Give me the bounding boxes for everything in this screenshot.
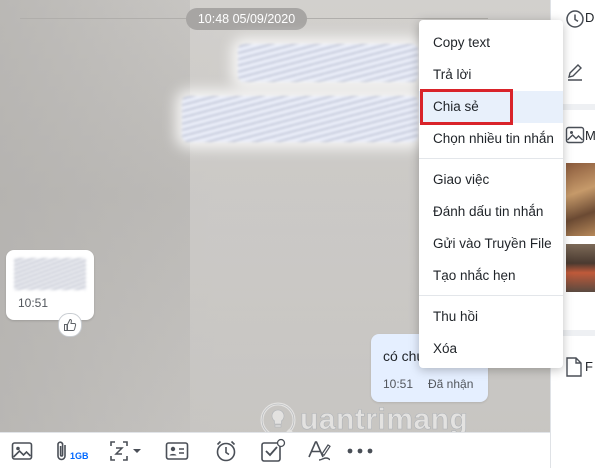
font-format-icon — [308, 441, 331, 461]
menu-item-select-multiple[interactable]: Chọn nhiều tin nhắn — [419, 123, 563, 155]
menu-item-delete[interactable]: Xóa — [419, 333, 563, 365]
menu-item-reply[interactable]: Trả lời — [419, 59, 563, 91]
menu-item-send-to-file-transfer[interactable]: Gửi vào Truyền File — [419, 228, 563, 260]
message-time: 10:51 — [383, 377, 414, 391]
thumbs-up-icon — [64, 318, 77, 331]
reminder-clock-icon — [216, 440, 236, 462]
menu-separator — [419, 295, 563, 296]
panel-section-label: F — [585, 359, 593, 374]
menu-item-assign-task[interactable]: Giao việc — [419, 164, 563, 196]
received-message-bubble[interactable]: 10:51 — [6, 250, 94, 320]
blurred-message — [182, 96, 418, 142]
message-toolbar: 1GB — [0, 432, 550, 469]
chat-timestamp: 10:48 05/09/2020 — [186, 8, 307, 30]
contact-card-icon — [165, 442, 189, 460]
text-format-button[interactable] — [305, 439, 333, 463]
media-thumbnail[interactable] — [566, 244, 595, 292]
message-context-menu: Copy text Trả lời Chia sẻ Chọn nhiều tin… — [419, 20, 563, 368]
menu-item-create-reminder[interactable]: Tạo nhắc hẹn — [419, 260, 563, 292]
highlight-annotation-box — [420, 89, 513, 125]
menu-item-copy-text[interactable]: Copy text — [419, 27, 563, 59]
image-icon — [11, 442, 33, 460]
send-image-button[interactable] — [9, 439, 35, 463]
todo-check-icon — [261, 438, 286, 462]
menu-separator — [419, 158, 563, 159]
panel-section-label: M — [585, 128, 595, 143]
screenshot-button[interactable] — [108, 439, 146, 463]
panel-section-label: D — [585, 10, 595, 25]
watermark-logo: Q uantrimang — [258, 398, 468, 432]
image-gallery-icon[interactable] — [565, 126, 585, 144]
message-status: Đã nhận — [428, 377, 474, 391]
edit-pencil-icon[interactable] — [565, 62, 585, 82]
menu-item-recall[interactable]: Thu hồi — [419, 301, 563, 333]
more-options-icon — [347, 448, 373, 454]
media-thumbnail[interactable] — [566, 163, 595, 236]
file-icon[interactable] — [565, 356, 583, 378]
like-reaction-button[interactable] — [58, 313, 82, 337]
menu-item-mark-message[interactable]: Đánh dấu tin nhắn — [419, 196, 563, 228]
file-size-limit: 1GB — [70, 451, 89, 461]
blurred-message-text — [14, 258, 86, 290]
clock-icon — [566, 10, 584, 28]
attach-file-button[interactable]: 1GB — [55, 439, 105, 463]
more-options-button[interactable] — [345, 439, 375, 463]
blurred-message — [238, 44, 418, 82]
send-contact-card-button[interactable] — [164, 439, 190, 463]
attach-file-icon — [57, 441, 66, 461]
create-reminder-button[interactable] — [213, 439, 239, 463]
message-time: 10:51 — [18, 296, 49, 310]
lightbulb-icon: Q — [260, 402, 296, 432]
screenshot-icon — [110, 441, 141, 461]
chat-background-shade — [0, 0, 220, 432]
watermark-text: uantrimang — [300, 403, 469, 432]
assign-task-button[interactable] — [259, 438, 289, 463]
